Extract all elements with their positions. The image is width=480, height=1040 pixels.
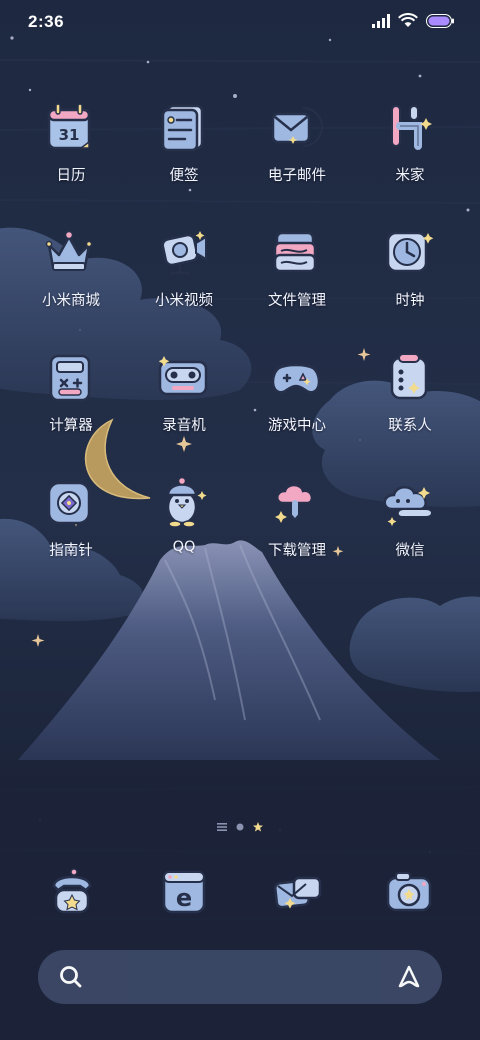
clock-icon bbox=[386, 231, 434, 273]
qq-penguin-icon bbox=[166, 476, 207, 528]
notes-icon bbox=[161, 104, 204, 152]
wechat-cloud-icon bbox=[383, 486, 433, 526]
app-label: 游戏中心 bbox=[268, 418, 326, 434]
dock-messages[interactable] bbox=[268, 862, 332, 926]
app-label: 计算器 bbox=[49, 418, 93, 434]
app-file-manager[interactable]: 文件管理 bbox=[241, 223, 353, 323]
battery-icon bbox=[426, 13, 454, 28]
mijia-icon bbox=[391, 105, 432, 150]
app-notes[interactable]: 便签 bbox=[128, 98, 240, 198]
app-label: 小米视频 bbox=[155, 293, 213, 309]
dock-camera[interactable] bbox=[378, 862, 442, 926]
app-compass[interactable]: 指南针 bbox=[15, 473, 127, 573]
app-label: 电子邮件 bbox=[268, 168, 326, 184]
dock-phone[interactable] bbox=[40, 862, 104, 926]
app-contacts[interactable]: 联系人 bbox=[354, 348, 466, 448]
wifi-icon bbox=[398, 13, 418, 27]
app-label: 米家 bbox=[395, 168, 425, 184]
app-clock[interactable]: 时钟 bbox=[354, 223, 466, 323]
app-email[interactable]: 电子邮件 bbox=[241, 98, 353, 198]
app-label: 微信 bbox=[395, 543, 425, 559]
app-label: 日历 bbox=[56, 168, 86, 184]
app-label: 文件管理 bbox=[268, 293, 326, 309]
status-icons bbox=[372, 13, 454, 28]
dock-browser[interactable]: e bbox=[152, 862, 216, 926]
messages-icon bbox=[274, 876, 322, 909]
app-mi-video[interactable]: 小米视频 bbox=[128, 223, 240, 323]
page-indicator[interactable] bbox=[0, 822, 480, 832]
search-icon[interactable] bbox=[58, 964, 84, 990]
app-label: 下载管理 bbox=[268, 543, 326, 559]
app-qq[interactable]: QQ bbox=[128, 473, 240, 573]
download-cloud-icon bbox=[275, 483, 314, 523]
recorder-icon bbox=[158, 356, 208, 396]
app-wechat[interactable]: 微信 bbox=[354, 473, 466, 573]
app-game-center[interactable]: 游戏中心 bbox=[241, 348, 353, 448]
app-download-manager[interactable]: 下载管理 bbox=[241, 473, 353, 573]
email-icon bbox=[271, 107, 323, 147]
browser-icon: e bbox=[162, 870, 206, 914]
assistant-icon[interactable] bbox=[396, 964, 422, 990]
dot-icon[interactable] bbox=[236, 823, 244, 831]
app-label: QQ bbox=[172, 539, 196, 555]
star-icon[interactable] bbox=[253, 822, 263, 832]
app-label: 录音机 bbox=[162, 418, 206, 434]
app-label: 时钟 bbox=[395, 293, 425, 309]
status-bar: 2:36 bbox=[0, 0, 480, 44]
app-calculator[interactable]: 计算器 bbox=[15, 348, 127, 448]
phone-icon bbox=[52, 868, 92, 914]
contacts-icon bbox=[390, 353, 428, 400]
app-mijia[interactable]: 米家 bbox=[354, 98, 466, 198]
file-manager-icon bbox=[273, 231, 317, 273]
search-bar[interactable] bbox=[38, 950, 442, 1004]
app-label: 联系人 bbox=[388, 418, 432, 434]
app-label: 小米商城 bbox=[42, 293, 100, 309]
status-time: 2:36 bbox=[28, 12, 65, 31]
calendar-icon: 31 bbox=[47, 103, 91, 150]
camera-icon bbox=[386, 872, 432, 912]
list-icon[interactable] bbox=[217, 823, 227, 831]
calendar-day: 31 bbox=[59, 126, 80, 144]
app-label: 指南针 bbox=[49, 543, 93, 559]
app-mi-store[interactable]: 小米商城 bbox=[15, 223, 127, 323]
crown-icon bbox=[45, 230, 93, 271]
video-camera-icon bbox=[161, 231, 207, 275]
calculator-icon bbox=[49, 354, 91, 402]
app-calendar[interactable]: 31 日历 bbox=[15, 98, 127, 198]
gamepad-icon bbox=[271, 363, 321, 394]
app-label: 便签 bbox=[169, 168, 199, 184]
app-recorder[interactable]: 录音机 bbox=[128, 348, 240, 448]
dock: e bbox=[0, 862, 480, 926]
browser-letter: e bbox=[176, 884, 192, 912]
compass-icon bbox=[47, 481, 91, 525]
signal-icon bbox=[372, 13, 390, 28]
